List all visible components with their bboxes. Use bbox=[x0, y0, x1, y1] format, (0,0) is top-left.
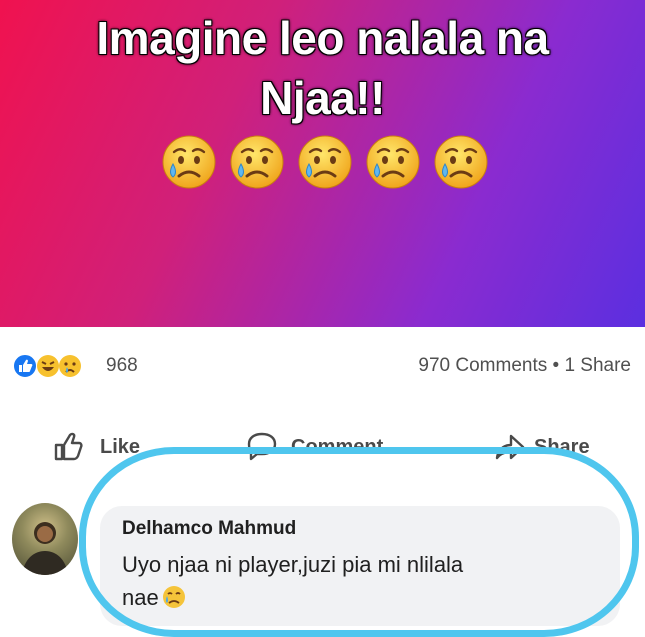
reaction-icons[interactable] bbox=[12, 353, 104, 379]
sad-relieved-face-icon bbox=[366, 135, 420, 189]
sad-relieved-face-icon bbox=[230, 135, 284, 189]
comments-share-count[interactable]: 970 Comments • 1 Share bbox=[418, 355, 631, 377]
highlight-circle-annotation bbox=[79, 447, 639, 637]
commenter-avatar[interactable] bbox=[12, 503, 78, 575]
post-stats-bar: 968 970 Comments • 1 Share bbox=[0, 327, 645, 407]
headline-line-2: Njaa!! bbox=[260, 72, 385, 124]
haha-icon bbox=[37, 355, 59, 377]
sad-relieved-face-icon bbox=[298, 135, 352, 189]
like-icon bbox=[54, 432, 83, 461]
reaction-count[interactable]: 968 bbox=[106, 355, 138, 377]
headline-line-1: Imagine leo nalala na bbox=[96, 12, 549, 64]
sad-icon bbox=[59, 355, 81, 377]
sad-relieved-face-icon bbox=[434, 135, 488, 189]
avatar-silhouette-icon bbox=[22, 522, 68, 575]
emoji-row bbox=[160, 133, 490, 195]
post-image-banner: Imagine leo nalala na Njaa!! bbox=[0, 0, 645, 327]
sad-relieved-face-icon bbox=[162, 135, 216, 189]
